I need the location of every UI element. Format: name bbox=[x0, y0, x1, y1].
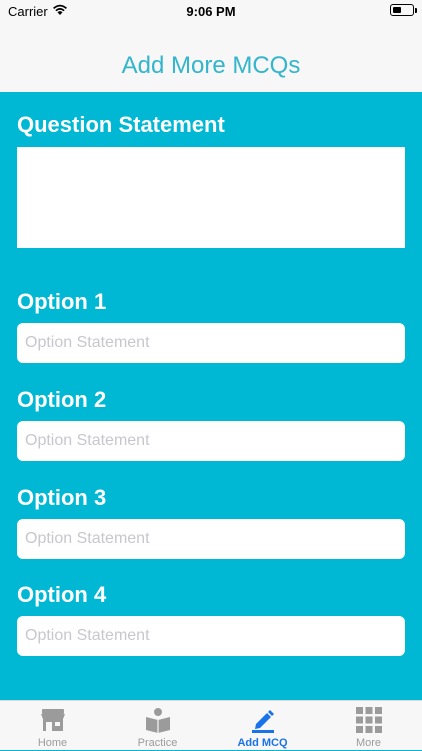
page-title: Add More MCQs bbox=[121, 52, 301, 79]
tab-home[interactable]: Home bbox=[0, 701, 105, 751]
tab-home-label: Home bbox=[37, 737, 68, 749]
mcq-form: Question Statement Option 1 Option State… bbox=[0, 92, 422, 700]
tab-add-mcq[interactable]: Add MCQ bbox=[210, 701, 315, 751]
pencil-icon bbox=[249, 707, 277, 733]
next-section-label-clipped bbox=[17, 682, 23, 700]
store-icon bbox=[39, 707, 67, 733]
option-1-label: Option 1 bbox=[17, 289, 107, 314]
tab-add-mcq-label: Add MCQ bbox=[237, 737, 288, 749]
option-1-input[interactable]: Option Statement bbox=[17, 323, 405, 363]
option-3-label: Option 3 bbox=[17, 485, 107, 510]
option-4-label: Option 4 bbox=[17, 582, 107, 607]
question-statement-label: Question Statement bbox=[17, 112, 225, 137]
option-3-input[interactable]: Option Statement bbox=[17, 519, 405, 559]
option-2-label: Option 2 bbox=[17, 387, 107, 412]
status-bar: Carrier 9:06 PM bbox=[0, 0, 422, 24]
book-reader-icon bbox=[144, 707, 172, 733]
tab-more[interactable]: More bbox=[316, 701, 421, 751]
option-2-placeholder: Option Statement bbox=[25, 432, 150, 449]
option-4-placeholder: Option Statement bbox=[25, 627, 150, 644]
grid-icon bbox=[355, 707, 383, 733]
question-statement-input[interactable] bbox=[17, 147, 405, 248]
tab-practice-label: Practice bbox=[137, 737, 178, 749]
battery-icon bbox=[390, 4, 417, 16]
option-4-input[interactable]: Option Statement bbox=[17, 616, 405, 656]
tab-practice[interactable]: Practice bbox=[105, 701, 210, 751]
navigation-bar: Add More MCQs bbox=[0, 24, 422, 92]
option-2-input[interactable]: Option Statement bbox=[17, 421, 405, 461]
option-3-placeholder: Option Statement bbox=[25, 530, 150, 547]
clock: 9:06 PM bbox=[186, 4, 236, 19]
option-1-placeholder: Option Statement bbox=[25, 334, 150, 351]
tab-more-label: More bbox=[355, 737, 382, 749]
tab-bar: Home Practice Add MCQ More bbox=[0, 700, 422, 750]
